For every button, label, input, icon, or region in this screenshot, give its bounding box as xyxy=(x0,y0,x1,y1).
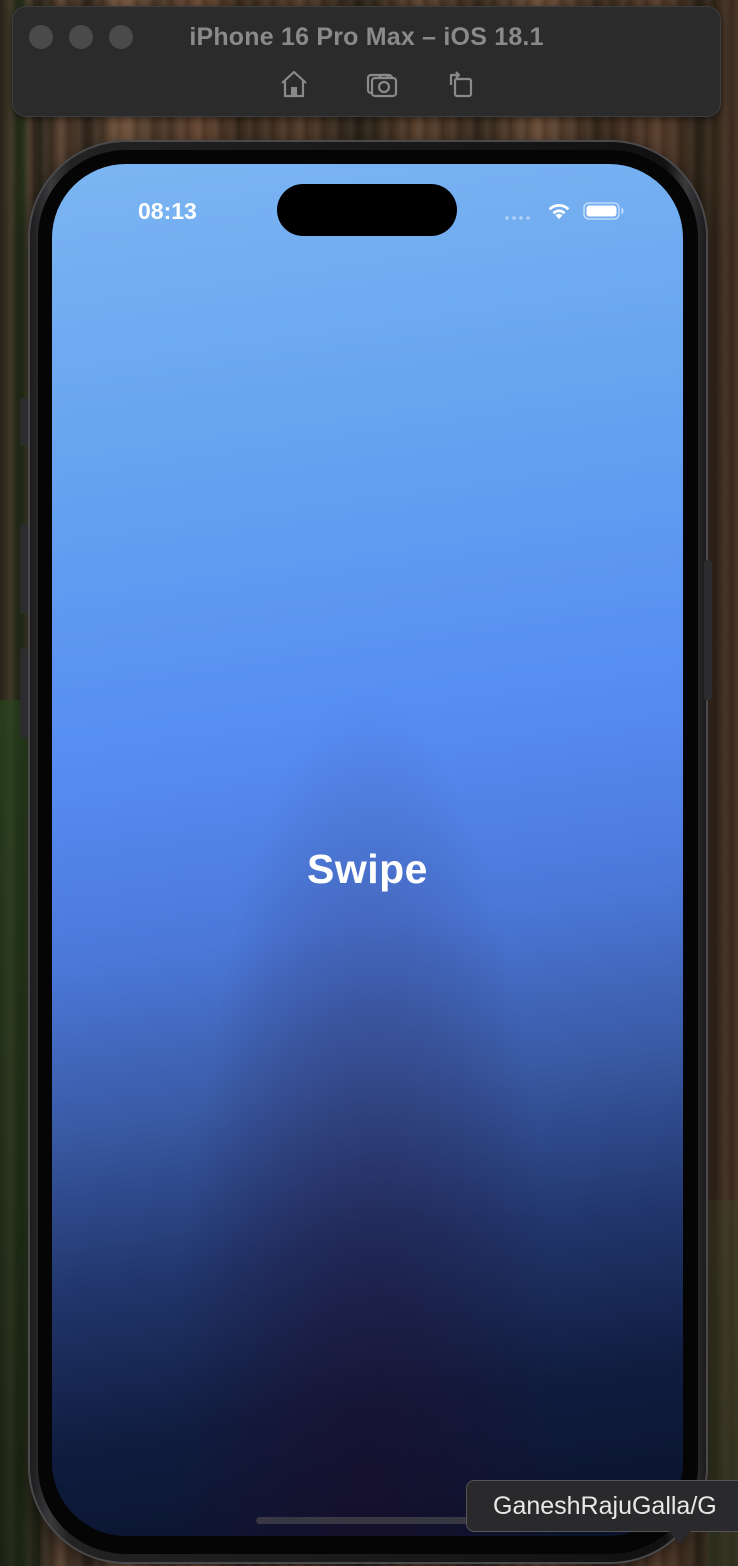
window-minimize-button[interactable] xyxy=(69,25,93,49)
battery-icon xyxy=(583,202,624,220)
window-close-button[interactable] xyxy=(29,25,53,49)
swipe-label: Swipe xyxy=(307,846,428,892)
status-indicators xyxy=(503,200,625,222)
wifi-icon xyxy=(548,203,570,219)
volume-down-button[interactable] xyxy=(20,648,28,738)
simulator-titlebar[interactable]: iPhone 16 Pro Max – iOS 18.1 xyxy=(12,6,721,117)
side-power-button[interactable] xyxy=(704,560,712,700)
home-icon[interactable] xyxy=(277,67,311,101)
tooltip-pointer xyxy=(668,1530,692,1544)
status-time: 08:13 xyxy=(138,198,197,224)
action-button[interactable] xyxy=(20,398,28,446)
phone-screen[interactable]: 08:13 Swipe xyxy=(52,164,683,1536)
dynamic-island xyxy=(277,184,457,236)
screenshot-icon[interactable] xyxy=(365,67,399,101)
cellular-signal-icon xyxy=(505,216,530,220)
window-zoom-button[interactable] xyxy=(109,25,133,49)
rotate-icon[interactable] xyxy=(443,67,477,101)
volume-up-button[interactable] xyxy=(20,524,28,614)
window-title: iPhone 16 Pro Max – iOS 18.1 xyxy=(189,23,544,51)
path-tooltip: GaneshRajuGalla/G xyxy=(466,1480,738,1532)
home-indicator[interactable] xyxy=(256,1517,482,1524)
